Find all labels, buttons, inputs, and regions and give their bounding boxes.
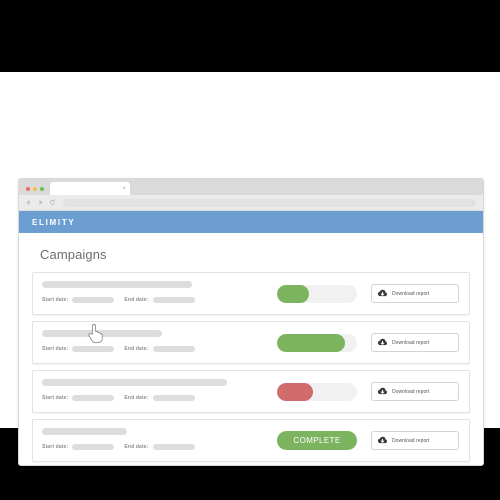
download-report-label: Download report — [392, 339, 430, 346]
reload-icon[interactable] — [49, 199, 56, 206]
status-badge: COMPLETE — [277, 431, 357, 450]
download-report-label: Download report — [392, 437, 430, 444]
app-header-bar: ELIMITY — [19, 211, 483, 233]
download-report-button[interactable]: Download report — [371, 284, 459, 303]
campaign-info: Start date: End date: — [33, 371, 273, 412]
browser-window: × ELIMITY Campaigns Start date: End date… — [18, 178, 484, 466]
start-date-label: Start date: — [42, 444, 69, 450]
end-date-group: End date: — [124, 444, 195, 450]
cloud-download-icon — [377, 288, 388, 299]
app-content: Campaigns Start date: End date: Download r… — [19, 233, 483, 465]
end-date-group: End date: — [124, 346, 195, 352]
end-date-group: End date: — [124, 297, 195, 303]
progress-bar — [277, 382, 357, 401]
progress-bar — [277, 284, 357, 303]
forward-arrow-icon[interactable] — [37, 199, 44, 206]
cloud-download-icon — [377, 386, 388, 397]
campaign-dates: Start date: End date: — [42, 395, 195, 401]
campaign-row[interactable]: Start date: End date: Download report — [32, 272, 470, 315]
download-report-label: Download report — [392, 290, 430, 297]
start-date-label: Start date: — [42, 297, 69, 303]
cloud-download-icon — [377, 435, 388, 446]
campaign-name-placeholder — [42, 330, 162, 337]
campaign-info: Start date: End date: — [33, 322, 273, 363]
end-date-label: End date: — [124, 444, 149, 450]
end-date-label: End date: — [124, 297, 149, 303]
download-report-button[interactable]: Download report — [371, 382, 459, 401]
address-bar[interactable] — [63, 198, 476, 207]
download-report-label: Download report — [392, 388, 430, 395]
end-date-value — [152, 297, 195, 303]
screenshot-stage: × ELIMITY Campaigns Start date: End date… — [0, 0, 500, 500]
download-cell: Download report — [361, 431, 469, 450]
end-date-label: End date: — [124, 395, 149, 401]
progress-bar-fill — [277, 284, 309, 303]
start-date-value — [72, 346, 115, 352]
start-date-label: Start date: — [42, 395, 69, 401]
campaign-dates: Start date: End date: — [42, 346, 195, 352]
download-cell: Download report — [361, 284, 469, 303]
browser-tab[interactable]: × — [50, 182, 130, 195]
end-date-value — [152, 395, 195, 401]
cloud-download-icon — [377, 337, 388, 348]
white-canvas: × ELIMITY Campaigns Start date: End date… — [0, 72, 500, 466]
download-cell: Download report — [361, 333, 469, 352]
campaign-dates: Start date: End date: — [42, 444, 195, 450]
campaign-name-placeholder — [42, 379, 227, 386]
window-controls[interactable] — [19, 187, 50, 195]
campaign-list: Start date: End date: Download report Start… — [32, 272, 470, 462]
page-title: Campaigns — [40, 247, 107, 262]
app-brand-logo[interactable]: ELIMITY — [32, 218, 75, 227]
download-cell: Download report — [361, 382, 469, 401]
close-window-icon[interactable] — [26, 187, 30, 191]
end-date-group: End date: — [124, 395, 195, 401]
browser-titlebar: × — [19, 179, 483, 195]
progress-bar-fill — [277, 333, 345, 352]
start-date-value — [72, 395, 115, 401]
campaign-status: COMPLETE — [273, 431, 361, 450]
progress-bar-fill — [277, 382, 313, 401]
campaign-name-placeholder — [42, 281, 192, 288]
campaign-status — [273, 284, 361, 303]
end-date-label: End date: — [124, 346, 149, 352]
start-date-group: Start date: — [42, 297, 115, 303]
close-icon[interactable]: × — [122, 186, 126, 192]
start-date-group: Start date: — [42, 395, 115, 401]
start-date-group: Start date: — [42, 346, 115, 352]
campaign-row[interactable]: Start date: End date: COMPLETE Download rep… — [32, 419, 470, 462]
campaign-row[interactable]: Start date: End date: Download report — [32, 370, 470, 413]
start-date-value — [72, 444, 115, 450]
end-date-value — [152, 346, 195, 352]
start-date-group: Start date: — [42, 444, 115, 450]
minimize-window-icon[interactable] — [33, 187, 37, 191]
end-date-value — [152, 444, 195, 450]
campaign-status — [273, 333, 361, 352]
download-report-button[interactable]: Download report — [371, 333, 459, 352]
campaign-status — [273, 382, 361, 401]
maximize-window-icon[interactable] — [40, 187, 44, 191]
campaign-name-placeholder — [42, 428, 127, 435]
campaign-info: Start date: End date: — [33, 420, 273, 461]
browser-toolbar — [19, 195, 483, 211]
campaign-dates: Start date: End date: — [42, 297, 195, 303]
campaign-row[interactable]: Start date: End date: Download report — [32, 321, 470, 364]
start-date-label: Start date: — [42, 346, 69, 352]
progress-bar — [277, 333, 357, 352]
campaign-info: Start date: End date: — [33, 273, 273, 314]
download-report-button[interactable]: Download report — [371, 431, 459, 450]
back-arrow-icon[interactable] — [25, 199, 32, 206]
start-date-value — [72, 297, 115, 303]
